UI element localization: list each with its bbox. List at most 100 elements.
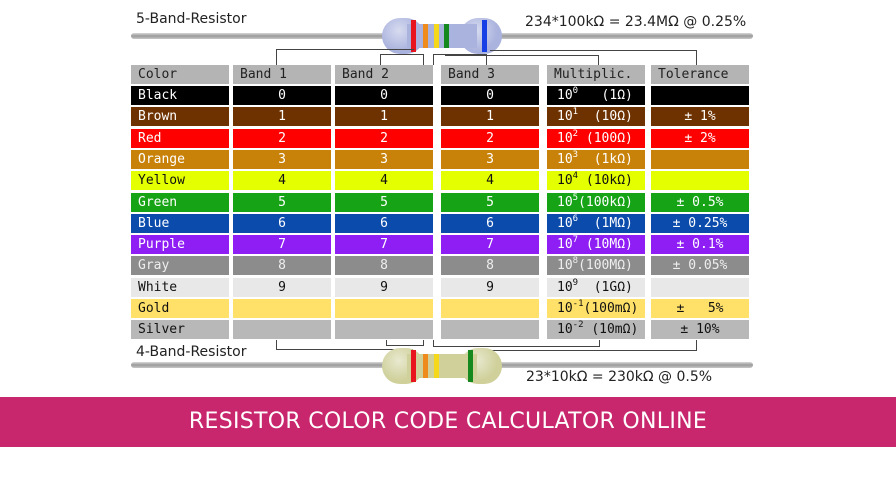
band-digit-cell: 3 bbox=[441, 150, 539, 169]
resistor-body bbox=[382, 348, 502, 384]
connector-band2 bbox=[380, 54, 424, 65]
multiplier-base: 10 bbox=[557, 109, 573, 124]
tolerance-cell: ± 0.1% bbox=[651, 235, 749, 254]
multiplier-value: (1kΩ) bbox=[578, 152, 633, 167]
multiplier-value: (100kΩ) bbox=[578, 195, 633, 210]
color-band bbox=[434, 354, 439, 378]
color-name-cell: Blue bbox=[131, 214, 229, 233]
connector-4band-tolerance bbox=[486, 340, 697, 351]
five-band-label: 5-Band-Resistor bbox=[136, 11, 247, 27]
multiplier-base: 10 bbox=[557, 152, 573, 167]
color-name-cell: Black bbox=[131, 86, 229, 105]
color-band bbox=[434, 24, 439, 48]
multiplier-value: (100MΩ) bbox=[578, 258, 633, 273]
multiplier-cell: 10-1(100mΩ) bbox=[547, 299, 645, 318]
multiplier-value: (10mΩ) bbox=[583, 322, 639, 337]
band-digit-cell bbox=[233, 320, 331, 339]
band-digit-cell: 5 bbox=[233, 193, 331, 212]
band-digit-cell: 1 bbox=[441, 107, 539, 126]
tolerance-cell: ± 5% bbox=[651, 299, 749, 318]
color-band bbox=[444, 24, 449, 48]
multiplier-cell: 107 (10MΩ) bbox=[547, 235, 645, 254]
band-digit-cell bbox=[441, 320, 539, 339]
band-digit-cell: 5 bbox=[335, 193, 433, 212]
multiplier-cell: 101 (10Ω) bbox=[547, 107, 645, 126]
band-digit-cell: 6 bbox=[233, 214, 331, 233]
multiplier-cell: 108(100MΩ) bbox=[547, 256, 645, 275]
multiplier-value: (1Ω) bbox=[578, 88, 633, 103]
band-digit-cell: 2 bbox=[335, 129, 433, 148]
color-name-cell: Brown bbox=[131, 107, 229, 126]
band-digit-cell bbox=[441, 299, 539, 318]
band-digit-cell: 1 bbox=[233, 107, 331, 126]
band-digit-cell: 7 bbox=[335, 235, 433, 254]
band-digit-cell bbox=[335, 299, 433, 318]
multiplier-cell: 104 (10kΩ) bbox=[547, 171, 645, 190]
tolerance-cell bbox=[651, 86, 749, 105]
band-digit-cell: 7 bbox=[441, 235, 539, 254]
color-band bbox=[423, 354, 428, 378]
tolerance-cell: ± 0.05% bbox=[651, 256, 749, 275]
color-name-cell: Yellow bbox=[131, 171, 229, 190]
color-name-cell: Purple bbox=[131, 235, 229, 254]
band-digit-cell: 1 bbox=[335, 107, 433, 126]
color-name-cell: Gold bbox=[131, 299, 229, 318]
header-tolerance: Tolerance bbox=[651, 65, 749, 84]
multiplier-base: 10 bbox=[557, 322, 573, 337]
multiplier-cell: 109 (1GΩ) bbox=[547, 278, 645, 297]
multiplier-base: 10 bbox=[557, 301, 573, 316]
banner-title: RESISTOR COLOR CODE CALCULATOR ONLINE bbox=[188, 409, 708, 434]
multiplier-cell: 100 (1Ω) bbox=[547, 86, 645, 105]
multiplier-base: 10 bbox=[557, 88, 573, 103]
multiplier-value: (100Ω) bbox=[578, 131, 633, 146]
band-digit-cell: 5 bbox=[441, 193, 539, 212]
header-band-2: Band 2 bbox=[335, 65, 433, 84]
color-band bbox=[423, 24, 428, 48]
header-band-1: Band 1 bbox=[233, 65, 331, 84]
band-digit-cell: 6 bbox=[441, 214, 539, 233]
band-digit-cell: 4 bbox=[335, 171, 433, 190]
band-digit-cell: 0 bbox=[335, 86, 433, 105]
color-name-cell: Silver bbox=[131, 320, 229, 339]
band-digit-cell: 6 bbox=[335, 214, 433, 233]
four-band-formula: 23*10kΩ = 230kΩ @ 0.5% bbox=[526, 369, 713, 385]
band-digit-cell: 8 bbox=[441, 256, 539, 275]
band-digit-cell: 0 bbox=[233, 86, 331, 105]
color-name-cell: Green bbox=[131, 193, 229, 212]
multiplier-base: 10 bbox=[557, 280, 573, 295]
tolerance-cell: ± 0.25% bbox=[651, 214, 749, 233]
connector-tolerance bbox=[490, 50, 697, 65]
header-color: Color bbox=[131, 65, 229, 84]
band-digit-cell: 7 bbox=[233, 235, 331, 254]
band-digit-cell: 2 bbox=[441, 129, 539, 148]
multiplier-base: 10 bbox=[557, 237, 573, 252]
color-band bbox=[411, 350, 416, 382]
multiplier-base: 10 bbox=[557, 216, 573, 231]
band-digit-cell: 3 bbox=[233, 150, 331, 169]
band-digit-cell: 9 bbox=[233, 278, 331, 297]
multiplier-cell: 106 (1MΩ) bbox=[547, 214, 645, 233]
tolerance-cell: ± 1% bbox=[651, 107, 749, 126]
multiplier-value: (1MΩ) bbox=[578, 216, 633, 231]
connector-4band-band2 bbox=[386, 340, 424, 346]
band-digit-cell: 8 bbox=[233, 256, 331, 275]
multiplier-base: 10 bbox=[557, 258, 573, 273]
band-digit-cell: 9 bbox=[441, 278, 539, 297]
color-name-cell: Orange bbox=[131, 150, 229, 169]
header-multiplier: Multiplic. bbox=[547, 65, 645, 84]
multiplier-cell: 102 (100Ω) bbox=[547, 129, 645, 148]
four-band-resistor bbox=[382, 348, 502, 384]
band-digit-cell: 0 bbox=[441, 86, 539, 105]
band-digit-cell bbox=[335, 320, 433, 339]
color-band bbox=[411, 20, 416, 52]
color-name-cell: Gray bbox=[131, 256, 229, 275]
band-digit-cell: 4 bbox=[441, 171, 539, 190]
multiplier-value: (10Ω) bbox=[578, 109, 633, 124]
band-digit-cell: 8 bbox=[335, 256, 433, 275]
title-banner: RESISTOR COLOR CODE CALCULATOR ONLINE bbox=[0, 397, 896, 447]
tolerance-cell bbox=[651, 150, 749, 169]
multiplier-exponent: -1 bbox=[572, 299, 584, 309]
color-name-cell: Red bbox=[131, 129, 229, 148]
four-band-label: 4-Band-Resistor bbox=[136, 344, 247, 360]
five-band-formula: 234*100kΩ = 23.4MΩ @ 0.25% bbox=[525, 14, 747, 30]
